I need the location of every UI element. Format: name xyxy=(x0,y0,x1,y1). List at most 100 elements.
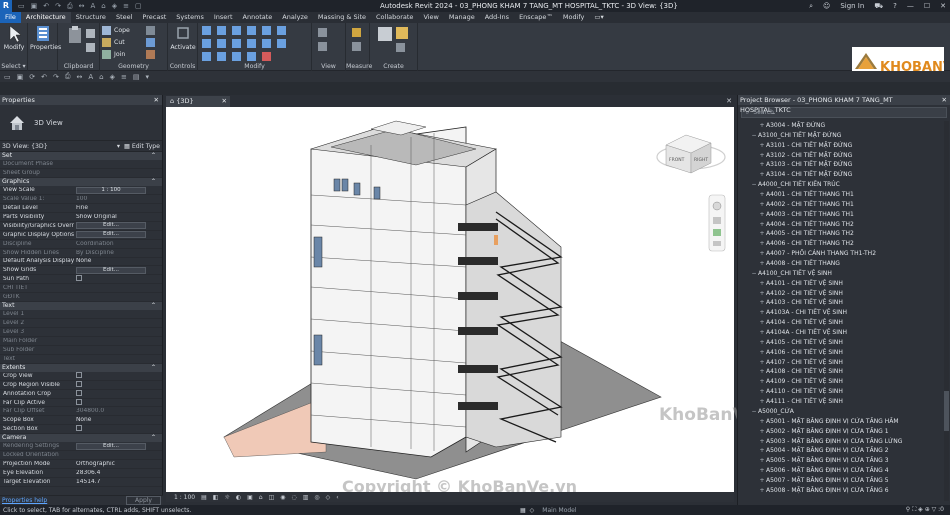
browser-sheet-item[interactable]: +A5003 - MẶT BẰNG ĐỊNH VỊ CỬA TẦNG LỬNG xyxy=(738,437,943,447)
properties-help-link[interactable]: Properties help xyxy=(2,497,47,504)
collapse-icon[interactable]: − xyxy=(750,180,758,190)
property-checkbox[interactable] xyxy=(76,275,82,282)
browser-sheet-item[interactable]: +A3101 - CHI TIẾT MẶT ĐỨNG xyxy=(738,141,943,151)
pin-icon[interactable] xyxy=(232,52,241,61)
browser-sheet-item[interactable]: +A4110 - CHI TIẾT VỆ SINH xyxy=(738,387,943,397)
property-group-header[interactable]: Set ⌃ xyxy=(0,152,162,161)
expand-icon[interactable]: + xyxy=(758,298,766,308)
property-checkbox[interactable] xyxy=(76,380,82,387)
browser-sheet-item[interactable]: +A4102 - CHI TIẾT VỆ SINH xyxy=(738,289,943,299)
expand-icon[interactable]: + xyxy=(758,279,766,289)
thin-lines-icon[interactable]: ≡ xyxy=(123,2,129,11)
property-edit-button[interactable]: Edit... xyxy=(76,231,146,239)
expand-icon[interactable]: + xyxy=(758,486,766,496)
properties-button[interactable]: Properties xyxy=(30,25,61,59)
scale-icon[interactable] xyxy=(217,52,226,61)
browser-group[interactable]: −A3100_CHI TIẾT MẶT ĐỨNG xyxy=(738,131,943,141)
collapse-icon[interactable]: − xyxy=(750,269,758,279)
design-option-icon[interactable]: ◇ xyxy=(530,507,535,514)
browser-group[interactable]: −A4100_CHI TIẾT VỆ SINH xyxy=(738,269,943,279)
expand-icon[interactable]: + xyxy=(758,289,766,299)
default-3d-icon[interactable]: ⌂ xyxy=(99,73,103,81)
close-view-icon[interactable]: ✕ xyxy=(726,95,732,107)
orbit-icon[interactable] xyxy=(713,241,721,246)
property-value[interactable] xyxy=(74,275,162,283)
expand-icon[interactable]: + xyxy=(758,348,766,358)
measure-tool-icon[interactable] xyxy=(352,28,361,37)
property-value[interactable]: None xyxy=(74,417,162,423)
3d-viewport[interactable]: FRONT RIGHT KhoBanVe.vn Copyright © KhoB… xyxy=(166,107,786,496)
expand-icon[interactable]: + xyxy=(758,121,766,131)
tab-structure[interactable]: Structure xyxy=(71,12,111,23)
tab-annotate[interactable]: Annotate xyxy=(238,12,278,23)
expand-icon[interactable]: + xyxy=(758,476,766,486)
close-button[interactable]: ✕ xyxy=(940,0,946,12)
sync-icon[interactable]: ⟳ xyxy=(29,73,35,81)
scrollbar-thumb[interactable] xyxy=(944,391,949,431)
property-checkbox[interactable] xyxy=(76,425,82,432)
property-checkbox[interactable] xyxy=(76,371,82,378)
help-icon[interactable]: ? xyxy=(893,0,897,12)
cut-icon[interactable] xyxy=(86,43,95,52)
browser-sheet-item[interactable]: +A4109 - CHI TIẾT VỆ SINH xyxy=(738,377,943,387)
browser-scrollbar[interactable] xyxy=(944,121,949,501)
hide-view-icon[interactable] xyxy=(318,28,327,37)
expand-icon[interactable]: + xyxy=(758,367,766,377)
tab-view[interactable]: View xyxy=(418,12,443,23)
section-icon[interactable]: ◈ xyxy=(112,2,117,11)
align-icon[interactable] xyxy=(202,26,211,35)
close-icon[interactable]: ✕ xyxy=(942,95,947,105)
text-icon[interactable]: A xyxy=(90,2,95,11)
property-group-header[interactable]: Graphics ⌃ xyxy=(0,178,162,187)
browser-sheet-item[interactable]: +A4004 - CHI TIẾT THANG TH2 xyxy=(738,220,943,230)
expand-icon[interactable]: + xyxy=(758,259,766,269)
property-value[interactable] xyxy=(74,380,162,389)
unpin-icon[interactable] xyxy=(247,52,256,61)
modify-button[interactable]: Modify xyxy=(1,25,27,59)
save-icon[interactable]: ▣ xyxy=(31,2,38,11)
override-graphics-icon[interactable] xyxy=(318,42,327,51)
expand-icon[interactable]: + xyxy=(758,190,766,200)
trim-single-icon[interactable] xyxy=(262,39,271,48)
expand-icon[interactable]: + xyxy=(758,397,766,407)
collapse-icon[interactable]: ⌃ xyxy=(151,302,156,310)
expand-icon[interactable]: + xyxy=(758,387,766,397)
split-icon[interactable] xyxy=(262,26,271,35)
property-edit-button[interactable]: Edit... xyxy=(76,222,146,230)
property-value[interactable]: Orthographic xyxy=(74,461,162,467)
collapse-icon[interactable]: − xyxy=(750,131,758,141)
hide-constraints-icon[interactable]: ‹ xyxy=(336,494,338,501)
property-checkbox[interactable] xyxy=(76,398,82,405)
expand-icon[interactable]: + xyxy=(758,141,766,151)
expand-icon[interactable]: + xyxy=(758,456,766,466)
annotate-small-icon[interactable]: A xyxy=(88,73,93,81)
browser-sheet-item[interactable]: +A5006 - MẶT BẰNG ĐỊNH VỊ CỬA TẦNG 4 xyxy=(738,466,943,476)
expand-icon[interactable]: + xyxy=(758,308,766,318)
property-value[interactable]: None xyxy=(74,258,162,264)
browser-sheet-item[interactable]: +A5005 - MẶT BẰNG ĐỊNH VỊ CỬA TẦNG 3 xyxy=(738,456,943,466)
undo-small-icon[interactable]: ↶ xyxy=(41,73,47,81)
browser-sheet-item[interactable]: +A4103A - CHI TIẾT VỆ SINH xyxy=(738,308,943,318)
browser-sheet-item[interactable]: +A4104 - CHI TIẾT VỆ SINH xyxy=(738,318,943,328)
workset-icon[interactable]: ▦ xyxy=(520,507,526,514)
cope-button[interactable]: Cope xyxy=(102,26,130,35)
browser-sheet-item[interactable]: +A4108 - CHI TIẾT VỆ SINH xyxy=(738,367,943,377)
expand-icon[interactable]: + xyxy=(758,358,766,368)
browser-sheet-item[interactable]: +A4107 - CHI TIẾT VỆ SINH xyxy=(738,358,943,368)
constraints-icon[interactable]: ◇ xyxy=(326,494,331,501)
zoom-icon[interactable] xyxy=(713,229,721,236)
analytical-model-icon[interactable]: ▥ xyxy=(303,494,309,501)
property-group-header[interactable]: Text ⌃ xyxy=(0,301,162,311)
chevron-down-icon[interactable]: ▾ xyxy=(117,143,120,150)
revit-logo-icon[interactable]: R xyxy=(0,0,12,12)
copy-element-icon[interactable] xyxy=(217,39,226,48)
property-value[interactable]: Show Original xyxy=(74,214,162,220)
render-icon[interactable]: ▣ xyxy=(247,494,253,501)
rotate-icon[interactable] xyxy=(232,39,241,48)
demolish-icon[interactable] xyxy=(146,50,155,59)
expand-icon[interactable]: + xyxy=(758,338,766,348)
paint-icon[interactable] xyxy=(146,38,155,47)
thin-lines-small-icon[interactable]: ≡ xyxy=(121,73,127,81)
type-selector[interactable]: 3D View xyxy=(0,105,162,141)
property-value[interactable] xyxy=(74,389,162,398)
